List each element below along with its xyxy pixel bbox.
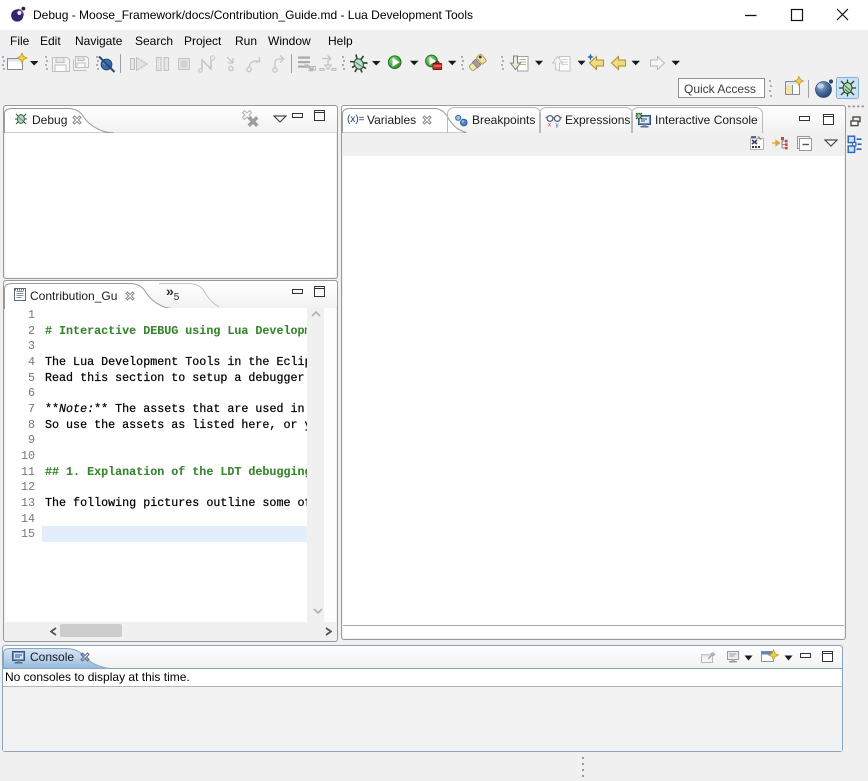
svg-text:y: y <box>556 123 559 128</box>
svg-text:x: x <box>548 123 551 129</box>
